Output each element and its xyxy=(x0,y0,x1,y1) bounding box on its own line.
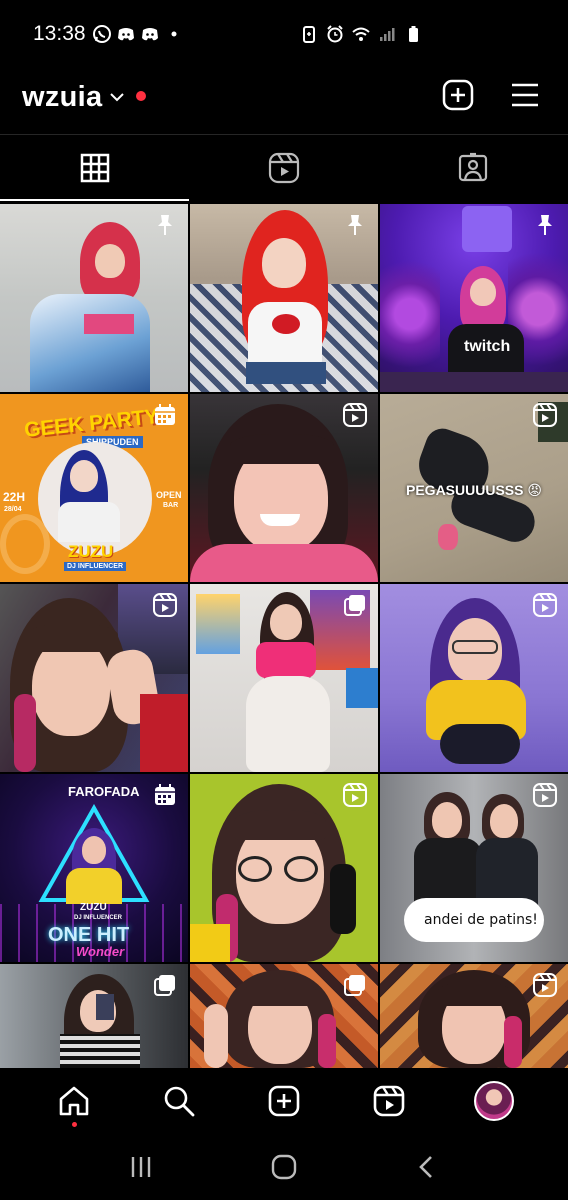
create-new-button[interactable] xyxy=(441,78,475,112)
post-caption-text: 28/04 xyxy=(4,506,22,513)
grid-post-3[interactable]: twitch xyxy=(380,204,568,392)
grid-post-5[interactable] xyxy=(190,394,378,582)
post-caption-text: andei de patins! xyxy=(424,912,538,928)
discord-icon xyxy=(118,28,134,41)
posts-grid: twitch GEEK PARTY SHIPPUDEN 22H 28/04 OP… xyxy=(0,204,568,1068)
avatar xyxy=(473,1081,514,1121)
system-navigation-bar xyxy=(0,1134,568,1200)
status-time: 13:38 xyxy=(33,22,86,45)
post-caption-text: BAR xyxy=(163,502,179,509)
grid-post-11[interactable] xyxy=(190,774,378,962)
grid-post-10[interactable]: FAROFADA ZUZU DJ INFLUENCER ONE HIT Wond… xyxy=(0,774,188,962)
whatsapp-icon xyxy=(93,25,111,43)
status-bar: 13:38 xyxy=(0,0,568,70)
chevron-down-icon[interactable] xyxy=(108,88,126,106)
nav-activity-dot xyxy=(71,1122,77,1127)
grid-post-6[interactable]: PEGASUUUUSSS 😡 xyxy=(380,394,568,582)
carousel-icon xyxy=(154,975,175,996)
reel-icon xyxy=(533,403,557,427)
reels-icon xyxy=(268,152,300,184)
profile-tabs xyxy=(0,135,568,201)
pin-icon xyxy=(158,215,172,235)
post-caption-text: DJ INFLUENCER xyxy=(74,915,123,921)
reel-icon xyxy=(533,593,557,617)
reel-icon xyxy=(533,973,557,997)
plus-square-icon xyxy=(268,1085,300,1117)
tagged-icon xyxy=(459,152,488,182)
grid-post-2[interactable] xyxy=(190,204,378,392)
home-icon xyxy=(60,1086,89,1116)
account-switcher-username[interactable]: wzuia xyxy=(22,81,102,114)
post-caption-text: FAROFADA xyxy=(68,784,140,799)
dot-icon xyxy=(171,31,177,37)
nav-home[interactable] xyxy=(46,1073,102,1129)
tab-reels[interactable] xyxy=(189,135,378,201)
post-caption-text: PEGASUUUUSSS 😡 xyxy=(406,482,542,498)
grid-icon xyxy=(80,153,109,183)
carousel-icon xyxy=(344,595,365,616)
battery-icon xyxy=(409,26,418,42)
tab-tagged[interactable] xyxy=(379,135,568,201)
grid-post-1[interactable] xyxy=(0,204,188,392)
grid-post-12[interactable]: andei de patins! xyxy=(380,774,568,962)
nav-search[interactable] xyxy=(151,1073,207,1129)
grid-post-15[interactable] xyxy=(380,964,568,1068)
back-button[interactable] xyxy=(407,1147,447,1187)
home-button-icon xyxy=(271,1154,297,1180)
nav-profile[interactable] xyxy=(466,1073,522,1129)
grid-post-13[interactable] xyxy=(0,964,188,1068)
tab-posts[interactable] xyxy=(0,135,190,201)
post-caption-text: DJ INFLUENCER xyxy=(64,562,127,571)
grid-post-4[interactable]: GEEK PARTY SHIPPUDEN 22H 28/04 OPEN BAR … xyxy=(0,394,188,582)
post-caption-text: ZUZU xyxy=(68,542,114,561)
search-icon xyxy=(164,1086,195,1117)
alarm-icon xyxy=(327,25,343,43)
post-caption-text: Wonder xyxy=(76,944,125,959)
nav-create[interactable] xyxy=(256,1073,312,1129)
notification-dot xyxy=(136,91,146,101)
system-status-icons xyxy=(299,24,423,44)
pin-icon xyxy=(538,215,552,235)
carousel-icon xyxy=(155,784,175,805)
reel-icon xyxy=(343,403,367,427)
battery-saver-icon xyxy=(303,26,315,43)
bottom-navigation xyxy=(0,1068,568,1134)
recents-button[interactable] xyxy=(121,1147,161,1187)
plus-square-icon xyxy=(442,79,474,111)
grid-post-14[interactable] xyxy=(190,964,378,1068)
signal-icon xyxy=(380,28,395,41)
post-caption-text: 22H xyxy=(3,490,26,504)
post-caption-text: OPEN xyxy=(156,490,182,500)
recents-icon xyxy=(132,1157,151,1177)
reels-icon xyxy=(373,1085,405,1117)
grid-post-8[interactable] xyxy=(190,584,378,772)
hamburger-menu-icon xyxy=(512,83,538,107)
grid-post-7[interactable] xyxy=(0,584,188,772)
post-caption-text: twitch xyxy=(464,338,511,355)
discord-icon xyxy=(142,28,158,41)
reel-icon xyxy=(343,783,367,807)
home-system-button[interactable] xyxy=(264,1147,304,1187)
pin-icon xyxy=(348,215,362,235)
back-icon xyxy=(418,1156,432,1178)
nav-reels[interactable] xyxy=(361,1073,417,1129)
wifi-icon xyxy=(352,27,370,41)
reel-icon xyxy=(153,593,177,617)
grid-post-9[interactable] xyxy=(380,584,568,772)
post-caption-text: ZUZU xyxy=(80,902,107,913)
carousel-icon xyxy=(155,404,175,425)
reel-icon xyxy=(533,783,557,807)
profile-header: wzuia xyxy=(0,70,568,132)
menu-button[interactable] xyxy=(508,78,542,112)
carousel-icon xyxy=(344,975,365,996)
notification-icons xyxy=(92,24,184,44)
